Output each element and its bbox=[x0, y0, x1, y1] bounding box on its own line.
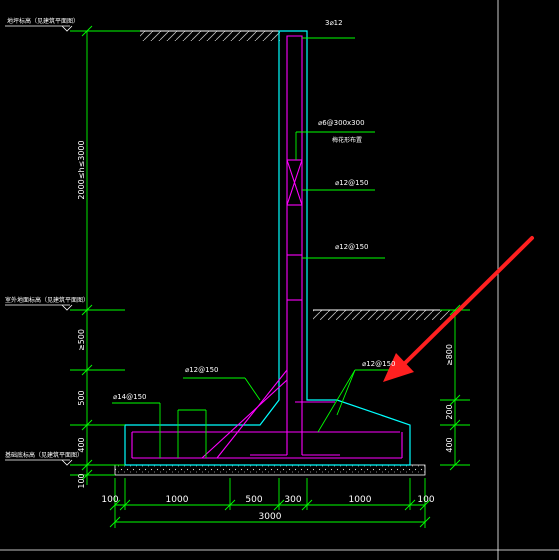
ground-surfaces bbox=[140, 30, 455, 320]
mid-elevation-label: 室外地面标高（见建筑平面图） bbox=[5, 296, 89, 304]
dim-h-500b: 500 bbox=[77, 390, 86, 405]
dim-b-100-right: 100 bbox=[417, 495, 434, 505]
dim-r-200: 200 bbox=[445, 404, 454, 419]
top-bars-label: 3⌀12 bbox=[325, 19, 343, 27]
dim-b-1000-left: 1000 bbox=[166, 495, 189, 505]
text-labels: 地坪标高（见建筑平面图） 室外地面标高（见建筑平面图） 基础底标高（见建筑平面图… bbox=[5, 17, 454, 522]
toe-bars-label: ⌀12@150 bbox=[362, 360, 395, 368]
bottom-elevation-label: 基础底标高（见建筑平面图） bbox=[5, 451, 83, 459]
retaining-wall-drawing: 地坪标高（见建筑平面图） 室外地面标高（见建筑平面图） 基础底标高（见建筑平面图… bbox=[0, 0, 559, 560]
wall-vert-bars-1-label: ⌀12@150 bbox=[335, 179, 368, 187]
left-dimension-chain bbox=[70, 25, 140, 485]
dim-h-500: ≥500 bbox=[77, 329, 86, 351]
blinding-layer bbox=[114, 464, 426, 476]
tie-bars-label: ⌀6@300x300 bbox=[318, 119, 365, 127]
dim-r-800: ≥800 bbox=[445, 344, 454, 366]
dim-b-total: 3000 bbox=[259, 512, 282, 522]
wall-vert-bars-2-label: ⌀12@150 bbox=[335, 243, 368, 251]
base-bars-label: ⌀14@150 bbox=[113, 393, 146, 401]
heel-bars-label: ⌀12@150 bbox=[185, 366, 218, 374]
dim-h-400: 400 bbox=[77, 437, 86, 452]
dim-b-300: 300 bbox=[284, 495, 301, 505]
dim-b-500: 500 bbox=[245, 495, 262, 505]
top-elevation-label: 地坪标高（见建筑平面图） bbox=[7, 17, 79, 25]
tie-note-label: 梅花形布置 bbox=[332, 136, 362, 144]
dim-h-100: 100 bbox=[77, 473, 86, 488]
elevation-markers bbox=[5, 25, 73, 466]
dim-b-1000-right: 1000 bbox=[349, 495, 372, 505]
dim-h-total: 2000≤h≤3000 bbox=[77, 140, 86, 199]
dim-b-100-left: 100 bbox=[101, 495, 118, 505]
dim-r-400: 400 bbox=[445, 437, 454, 452]
